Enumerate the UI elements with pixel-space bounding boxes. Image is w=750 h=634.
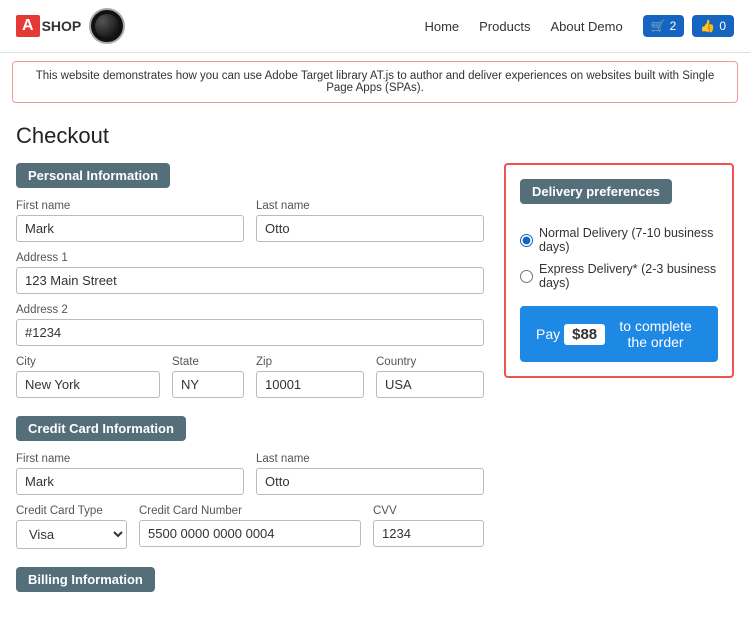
cc-number-group: Credit Card Number	[139, 505, 361, 549]
cvv-label: CVV	[373, 505, 484, 517]
express-delivery-radio[interactable]	[520, 270, 533, 283]
city-state-row: City State Zip Country	[16, 356, 484, 398]
nav-products[interactable]: Products	[479, 19, 530, 34]
delivery-panel: Delivery preferences Normal Delivery (7-…	[504, 163, 734, 378]
like-count: 0	[719, 19, 726, 33]
normal-delivery-option[interactable]: Normal Delivery (7-10 business days)	[520, 226, 718, 254]
name-row: First name Last name	[16, 200, 484, 242]
billing-header: Billing Information	[16, 567, 155, 592]
address1-label: Address 1	[16, 252, 484, 264]
checkout-layout: Personal Information First name Last nam…	[16, 163, 734, 622]
credit-card-header: Credit Card Information	[16, 416, 186, 441]
cc-type-select[interactable]: Visa MasterCard Amex	[16, 520, 127, 549]
address2-label: Address 2	[16, 304, 484, 316]
pay-suffix: to complete the order	[609, 318, 702, 350]
logo-icon	[89, 8, 125, 44]
pay-amount: $88	[564, 324, 605, 345]
address1-row: Address 1	[16, 252, 484, 294]
state-group: State	[172, 356, 244, 398]
pay-prefix: Pay	[536, 326, 560, 342]
country-label: Country	[376, 356, 484, 368]
zip-input[interactable]	[256, 371, 364, 398]
cvv-input[interactable]	[373, 520, 484, 547]
cc-first-name-input[interactable]	[16, 468, 244, 495]
cc-number-label: Credit Card Number	[139, 505, 361, 517]
cart-icon: 🛒	[651, 19, 666, 33]
info-banner: This website demonstrates how you can us…	[12, 61, 738, 103]
state-input[interactable]	[172, 371, 244, 398]
like-icon: 👍	[700, 19, 715, 33]
normal-delivery-radio[interactable]	[520, 234, 533, 247]
page-title: Checkout	[16, 123, 734, 149]
personal-info-header: Personal Information	[16, 163, 170, 188]
address2-input[interactable]	[16, 319, 484, 346]
cc-last-name-input[interactable]	[256, 468, 484, 495]
pay-button[interactable]: Pay $88 to complete the order	[520, 306, 718, 362]
city-group: City	[16, 356, 160, 398]
header: A SHOP Home Products About Demo 🛒 2 👍 0	[0, 0, 750, 53]
nav-links: Home Products About Demo 🛒 2 👍 0	[424, 15, 734, 37]
personal-info-section: Personal Information First name Last nam…	[16, 163, 484, 398]
last-name-input[interactable]	[256, 215, 484, 242]
cvv-group: CVV	[373, 505, 484, 549]
country-input[interactable]	[376, 371, 484, 398]
cc-type-label: Credit Card Type	[16, 505, 127, 517]
logo-a: A	[16, 15, 40, 37]
logo-shop: SHOP	[42, 18, 82, 34]
like-button[interactable]: 👍 0	[692, 15, 734, 37]
credit-card-section: Credit Card Information First name Last …	[16, 416, 484, 549]
cart-button[interactable]: 🛒 2	[643, 15, 685, 37]
city-input[interactable]	[16, 371, 160, 398]
cart-count: 2	[670, 19, 677, 33]
zip-label: Zip	[256, 356, 364, 368]
nav-icons: 🛒 2 👍 0	[643, 15, 734, 37]
cc-first-name-label: First name	[16, 453, 244, 465]
logo-spinner	[95, 14, 119, 38]
country-group: Country	[376, 356, 484, 398]
address2-group: Address 2	[16, 304, 484, 346]
main-content: Checkout Personal Information First name…	[0, 111, 750, 634]
address2-row: Address 2	[16, 304, 484, 346]
normal-delivery-label: Normal Delivery (7-10 business days)	[539, 226, 718, 254]
cc-type-group: Credit Card Type Visa MasterCard Amex	[16, 505, 127, 549]
nav-about[interactable]: About Demo	[550, 19, 622, 34]
delivery-header: Delivery preferences	[520, 179, 672, 204]
first-name-group: First name	[16, 200, 244, 242]
billing-section: Billing Information	[16, 567, 484, 604]
last-name-group: Last name	[256, 200, 484, 242]
last-name-label: Last name	[256, 200, 484, 212]
cc-details-row: Credit Card Type Visa MasterCard Amex Cr…	[16, 505, 484, 549]
state-label: State	[172, 356, 244, 368]
cc-last-name-group: Last name	[256, 453, 484, 495]
cc-name-row: First name Last name	[16, 453, 484, 495]
express-delivery-label: Express Delivery* (2-3 business days)	[539, 262, 718, 290]
address1-group: Address 1	[16, 252, 484, 294]
cc-number-input[interactable]	[139, 520, 361, 547]
right-column: Delivery preferences Normal Delivery (7-…	[504, 163, 734, 622]
nav-home[interactable]: Home	[424, 19, 459, 34]
zip-group: Zip	[256, 356, 364, 398]
city-label: City	[16, 356, 160, 368]
express-delivery-option[interactable]: Express Delivery* (2-3 business days)	[520, 262, 718, 290]
first-name-input[interactable]	[16, 215, 244, 242]
address1-input[interactable]	[16, 267, 484, 294]
cc-first-name-group: First name	[16, 453, 244, 495]
delivery-options: Normal Delivery (7-10 business days) Exp…	[520, 226, 718, 290]
first-name-label: First name	[16, 200, 244, 212]
left-column: Personal Information First name Last nam…	[16, 163, 484, 622]
cc-last-name-label: Last name	[256, 453, 484, 465]
logo-area: A SHOP	[16, 8, 125, 44]
